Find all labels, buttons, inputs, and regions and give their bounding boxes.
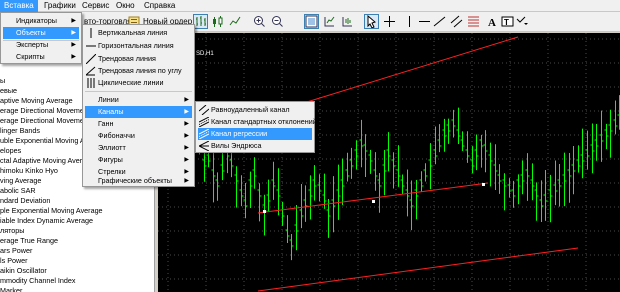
tile-windows-icon[interactable] bbox=[304, 14, 319, 29]
submenu-arrow-icon: ▶ bbox=[184, 97, 189, 103]
vertical-line-icon[interactable] bbox=[402, 14, 417, 29]
zoom-in-icon[interactable] bbox=[252, 14, 267, 29]
navigator-item[interactable]: uble Exponential Moving Av bbox=[0, 136, 88, 146]
zoom-out-icon[interactable] bbox=[270, 14, 285, 29]
menu-bar: Вставка Графики Сервис Окно Справка bbox=[0, 0, 620, 12]
submenu-arrow-icon: ▶ bbox=[184, 109, 189, 115]
navigator-item[interactable]: Marker bbox=[0, 286, 22, 292]
navigator-item[interactable]: ple Exponential Moving Average bbox=[0, 206, 103, 216]
menu-item-horizontal-line[interactable]: Горизонтальная линия bbox=[85, 40, 192, 52]
menu-insert[interactable]: Вставка bbox=[0, 0, 38, 12]
navigator-item[interactable]: ляторы bbox=[0, 226, 24, 236]
vertical-line-icon bbox=[86, 28, 96, 38]
menu-item-cycle-lines[interactable]: Циклические линии bbox=[85, 77, 192, 89]
navigator-item[interactable]: aikin Oscillator bbox=[0, 266, 47, 276]
submenu-arrow-icon: ▶ bbox=[184, 145, 189, 151]
menu-item-vertical-line[interactable]: Вертикальная линия bbox=[85, 27, 192, 39]
menu-item-trendline-by-angle[interactable]: Трендовая линия по углу bbox=[85, 65, 192, 77]
menu-item-regression-channel[interactable]: Канал регрессии bbox=[198, 128, 312, 140]
regression-channel-border[interactable] bbox=[257, 247, 579, 292]
menu-item-scripts[interactable]: Скрипты ▶ bbox=[3, 51, 79, 63]
cursor-icon[interactable] bbox=[364, 14, 379, 29]
navigator-item[interactable]: ars Power bbox=[0, 246, 32, 256]
trendline-angle-icon bbox=[85, 66, 96, 76]
menu-charts[interactable]: Графики bbox=[40, 0, 80, 12]
navigator-item[interactable]: erage Directional Movement bbox=[0, 116, 90, 126]
menu-window[interactable]: Окно bbox=[112, 0, 139, 12]
navigator-item[interactable]: ving Average bbox=[0, 176, 41, 186]
navigator-item[interactable]: linger Bands bbox=[0, 126, 40, 136]
navigator-item[interactable]: ctal Adaptive Moving Average bbox=[0, 156, 94, 166]
submenu-arrow-icon: ▶ bbox=[184, 133, 189, 139]
text-label-icon[interactable]: T bbox=[500, 14, 515, 29]
submenu-arrow-icon: ▶ bbox=[71, 42, 76, 48]
chart-shift-icon[interactable] bbox=[322, 14, 337, 29]
navigator-item[interactable]: elopes bbox=[0, 146, 21, 156]
menu-item-indicators[interactable]: Индикаторы ▶ bbox=[3, 15, 79, 27]
menu-item-elliott[interactable]: Эллиотт ▶ bbox=[85, 142, 192, 154]
menu-item-fibonacci[interactable]: Фибоначчи ▶ bbox=[85, 130, 192, 142]
menu-item-graphic-objects[interactable]: Графические объекты ▶ bbox=[85, 175, 192, 187]
channel-anchor-handle[interactable] bbox=[263, 210, 266, 213]
svg-text:A: A bbox=[488, 17, 496, 28]
insert-menu: Индикаторы ▶ Объекты ▶ Эксперты ▶ Скрипт… bbox=[0, 12, 82, 64]
navigator-item[interactable]: abolic SAR bbox=[0, 186, 36, 196]
candle-chart-icon[interactable] bbox=[210, 14, 225, 29]
channel-anchor-handle[interactable] bbox=[372, 200, 375, 203]
submenu-arrow-icon: ▶ bbox=[184, 121, 189, 127]
cycle-lines-icon bbox=[86, 78, 96, 88]
stddev-channel-icon bbox=[198, 116, 210, 128]
pitchfork-icon bbox=[198, 140, 210, 152]
navigator-item[interactable]: iable Index Dynamic Average bbox=[0, 216, 93, 226]
navigator-item[interactable]: himoku Kinko Hyo bbox=[0, 166, 58, 176]
submenu-arrow-icon: ▶ bbox=[71, 54, 76, 60]
svg-text:T: T bbox=[504, 18, 509, 27]
menu-help[interactable]: Справка bbox=[140, 0, 179, 12]
navigator-item[interactable]: mmodity Channel Index bbox=[0, 276, 76, 286]
navigator-item[interactable]: aptive Moving Average bbox=[0, 96, 73, 106]
menu-item-equidistant-channel[interactable]: Равноудаленный канал bbox=[198, 104, 312, 116]
bar-chart-icon[interactable] bbox=[193, 14, 208, 29]
menu-item-gann[interactable]: Ганн ▶ bbox=[85, 118, 192, 130]
objects-menu: Вертикальная линия Горизонтальная линия … bbox=[82, 24, 195, 187]
submenu-arrow-icon: ▶ bbox=[184, 157, 189, 163]
navigator-item[interactable]: ls Power bbox=[0, 256, 28, 266]
arrows-dropdown-icon[interactable] bbox=[514, 14, 529, 29]
navigator-item[interactable]: ы bbox=[0, 76, 5, 86]
trendline-icon[interactable] bbox=[432, 14, 447, 29]
crosshair-icon[interactable] bbox=[382, 14, 397, 29]
submenu-arrow-icon: ▶ bbox=[71, 18, 76, 24]
price-chart[interactable]: SD,H1 bbox=[158, 33, 620, 292]
horizontal-line-icon[interactable] bbox=[417, 14, 432, 29]
trendline-icon bbox=[85, 53, 97, 65]
navigator-item[interactable]: ndard Deviation bbox=[0, 196, 50, 206]
submenu-arrow-icon: ▶ bbox=[184, 178, 189, 184]
autoscroll-icon[interactable] bbox=[340, 14, 355, 29]
navigator-item[interactable]: erage True Range bbox=[0, 236, 58, 246]
navigator-item[interactable]: евые bbox=[0, 86, 17, 96]
menu-separator bbox=[85, 91, 192, 92]
line-chart-icon[interactable] bbox=[228, 14, 243, 29]
text-tool-icon[interactable]: A bbox=[484, 14, 499, 29]
menu-item-trendline[interactable]: Трендовая линия bbox=[85, 53, 192, 65]
regression-midline[interactable] bbox=[257, 182, 489, 214]
menu-item-stddev-channel[interactable]: Канал стандартных отклонений bbox=[198, 116, 317, 128]
menu-item-experts[interactable]: Эксперты ▶ bbox=[3, 39, 79, 51]
chart-symbol-label: SD,H1 bbox=[196, 51, 214, 57]
equidistant-channel-icon bbox=[198, 104, 210, 116]
menu-item-objects[interactable]: Объекты ▶ bbox=[3, 27, 79, 39]
equidistant-channel-icon[interactable] bbox=[449, 14, 464, 29]
menu-item-shapes[interactable]: Фигуры ▶ bbox=[85, 154, 192, 166]
menu-item-andrews-pitchfork[interactable]: Вилы Эндрюса bbox=[198, 140, 312, 152]
channels-menu: Равноудаленный канал Канал стандартных о… bbox=[195, 101, 317, 153]
navigator-item[interactable]: erage Directional Movement bbox=[0, 106, 90, 116]
horizontal-line-icon bbox=[86, 41, 96, 51]
menu-item-channels[interactable]: Каналы ▶ bbox=[85, 106, 192, 118]
fibonacci-icon[interactable] bbox=[466, 14, 481, 29]
regression-channel-icon bbox=[198, 128, 210, 140]
channel-anchor-handle[interactable] bbox=[482, 183, 485, 186]
submenu-arrow-icon: ▶ bbox=[71, 30, 76, 36]
menu-tools[interactable]: Сервис bbox=[78, 0, 113, 12]
menu-item-lines[interactable]: Линии ▶ bbox=[85, 94, 192, 106]
